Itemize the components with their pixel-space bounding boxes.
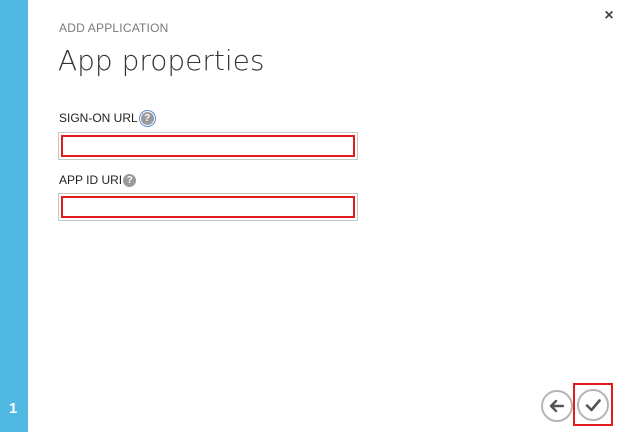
- sign-on-url-label: SIGN-ON URL: [59, 111, 138, 125]
- sign-on-url-frame: [58, 132, 358, 160]
- app-id-uri-label: APP ID URI: [59, 173, 123, 187]
- dialog-subtitle: ADD APPLICATION: [59, 21, 169, 35]
- arrow-left-icon: [549, 399, 565, 413]
- checkmark-icon: [585, 399, 601, 412]
- step-number: 1: [9, 400, 18, 417]
- wizard-step-rail: 1: [0, 0, 28, 432]
- app-id-uri-frame: [58, 193, 358, 221]
- app-id-uri-label-row: APP ID URI ?: [59, 173, 137, 187]
- question-mark-icon[interactable]: ?: [123, 173, 137, 187]
- confirm-button[interactable]: [577, 389, 609, 421]
- question-mark-icon[interactable]: ?: [138, 109, 156, 127]
- close-icon[interactable]: ×: [601, 8, 617, 24]
- back-button[interactable]: [541, 390, 573, 422]
- page-title: App properties: [58, 44, 265, 77]
- app-id-uri-input[interactable]: [61, 196, 355, 218]
- sign-on-url-label-row: SIGN-ON URL ?: [59, 109, 156, 127]
- sign-on-url-input[interactable]: [61, 135, 355, 157]
